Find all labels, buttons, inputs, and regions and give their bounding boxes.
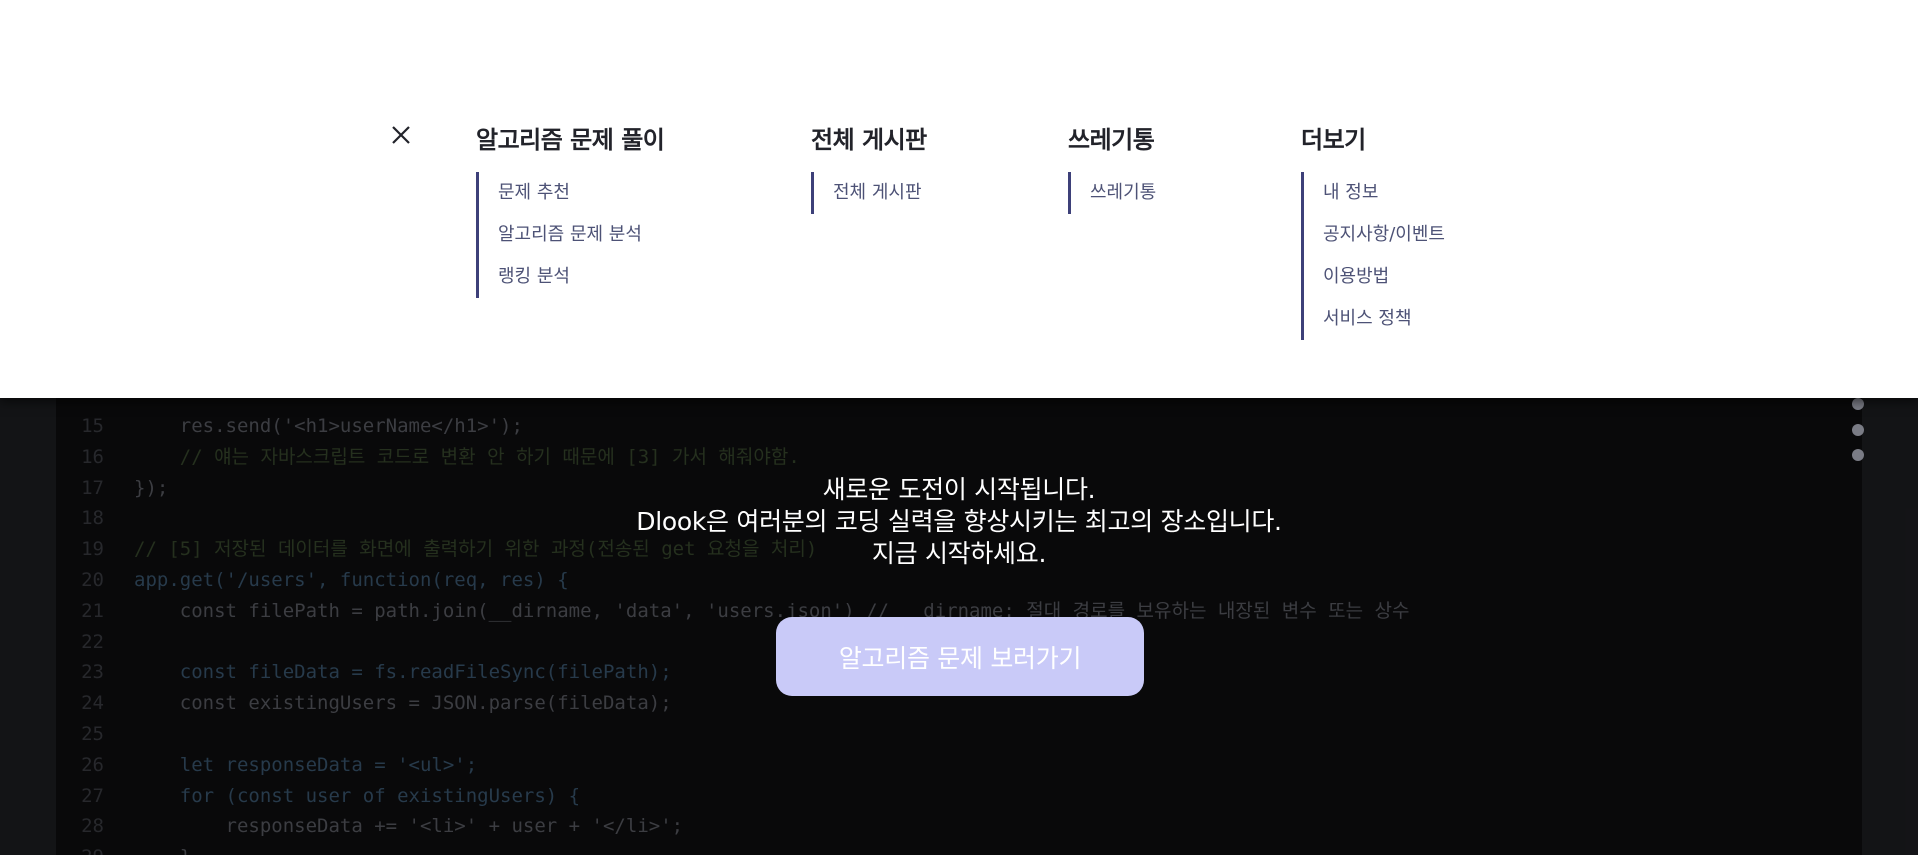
hero-line-3: 지금 시작하세요. [871, 539, 1047, 568]
hero-line-1: 새로운 도전이 시작됩니다. [822, 475, 1096, 504]
menu-list-algorithm: 문제 추천 알고리즘 문제 분석 랭킹 분석 [476, 172, 664, 298]
menu-item-my-info[interactable]: 내 정보 [1323, 172, 1445, 214]
menu-column-algorithm: 알고리즘 문제 풀이 문제 추천 알고리즘 문제 분석 랭킹 분석 [476, 120, 665, 298]
page-indicator [1852, 398, 1864, 475]
menu-list-trash: 쓰레기통 [1068, 172, 1156, 214]
hero-line-2: Dlook은 여러분의 코딩 실력을 향상시키는 최고의 장소입니다. [636, 507, 1282, 536]
menu-item-algorithm-analysis[interactable]: 알고리즘 문제 분석 [498, 214, 664, 256]
menu-item-trash[interactable]: 쓰레기통 [1090, 172, 1156, 214]
menu-item-problem-recommend[interactable]: 문제 추천 [498, 172, 664, 214]
page-dot[interactable] [1852, 398, 1864, 410]
menu-column-more: 더보기 내 정보 공지사항/이벤트 이용방법 서비스 정책 [1301, 120, 1445, 340]
page: 15 res.send('<h1>userName</h1>'); 16 // 얘… [0, 0, 1918, 855]
view-algorithm-problems-button[interactable]: 알고리즘 문제 보러가기 [776, 617, 1144, 696]
page-dot[interactable] [1852, 449, 1864, 461]
menu-column-board: 전체 게시판 전체 게시판 [811, 120, 927, 214]
hero-text: 새로운 도전이 시작됩니다. Dlook은 여러분의 코딩 실력을 향상시키는 … [0, 474, 1918, 570]
menu-list-board: 전체 게시판 [811, 172, 927, 214]
menu-title-algorithm[interactable]: 알고리즘 문제 풀이 [476, 120, 665, 160]
menu-item-service-policy[interactable]: 서비스 정책 [1323, 298, 1445, 340]
menu-title-more[interactable]: 더보기 [1301, 120, 1445, 160]
menu-item-ranking-analysis[interactable]: 랭킹 분석 [498, 256, 664, 298]
menu-item-how-to-use[interactable]: 이용방법 [1323, 256, 1445, 298]
menu-item-notice-events[interactable]: 공지사항/이벤트 [1323, 214, 1445, 256]
menu-column-trash: 쓰레기통 쓰레기통 [1068, 120, 1156, 214]
page-dot[interactable] [1852, 423, 1864, 436]
menu-item-all-board[interactable]: 전체 게시판 [833, 172, 927, 214]
menu-title-board[interactable]: 전체 게시판 [811, 120, 927, 160]
menu-list-more: 내 정보 공지사항/이벤트 이용방법 서비스 정책 [1301, 172, 1445, 340]
close-icon [392, 126, 410, 144]
menu-title-trash[interactable]: 쓰레기통 [1068, 120, 1156, 160]
close-menu-button[interactable] [388, 122, 414, 148]
mega-menu: 알고리즘 문제 풀이 문제 추천 알고리즘 문제 분석 랭킹 분석 전체 게시판… [0, 0, 1918, 398]
